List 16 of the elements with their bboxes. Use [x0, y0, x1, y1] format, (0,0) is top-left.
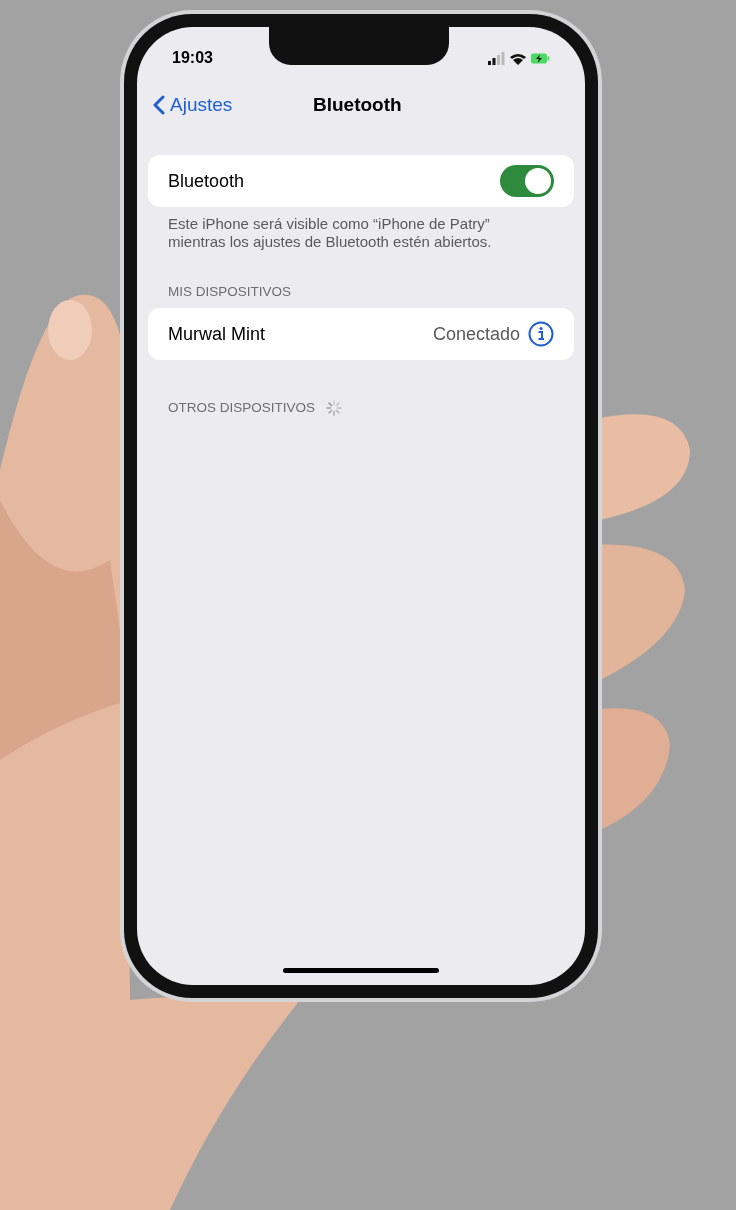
- bluetooth-label: Bluetooth: [168, 169, 245, 193]
- device-row[interactable]: Murwal Mint Conectado: [148, 308, 574, 361]
- battery-icon: [531, 52, 550, 64]
- back-chevron-icon: [153, 95, 165, 115]
- signal-icon: [488, 51, 505, 65]
- page-title: Bluetooth: [313, 92, 402, 117]
- device-name: Murwal Mint: [168, 322, 265, 346]
- device-status: Conectado: [432, 322, 520, 346]
- section-header: MIS DISPOSITIVOS: [168, 283, 293, 301]
- back-button[interactable]: Ajustes: [153, 90, 233, 120]
- status-time: 19:03: [172, 48, 213, 68]
- bluetooth-toggle[interactable]: [500, 165, 554, 197]
- section-header: OTROS DISPOSITIVOS: [168, 399, 316, 418]
- wifi-icon: [510, 51, 526, 65]
- visibility-note: Este iPhone será visible como “iPhone de Patry” mientras los ajustes de Bluetooth estén abiertos.: [168, 215, 493, 251]
- info-icon[interactable]: [528, 321, 554, 348]
